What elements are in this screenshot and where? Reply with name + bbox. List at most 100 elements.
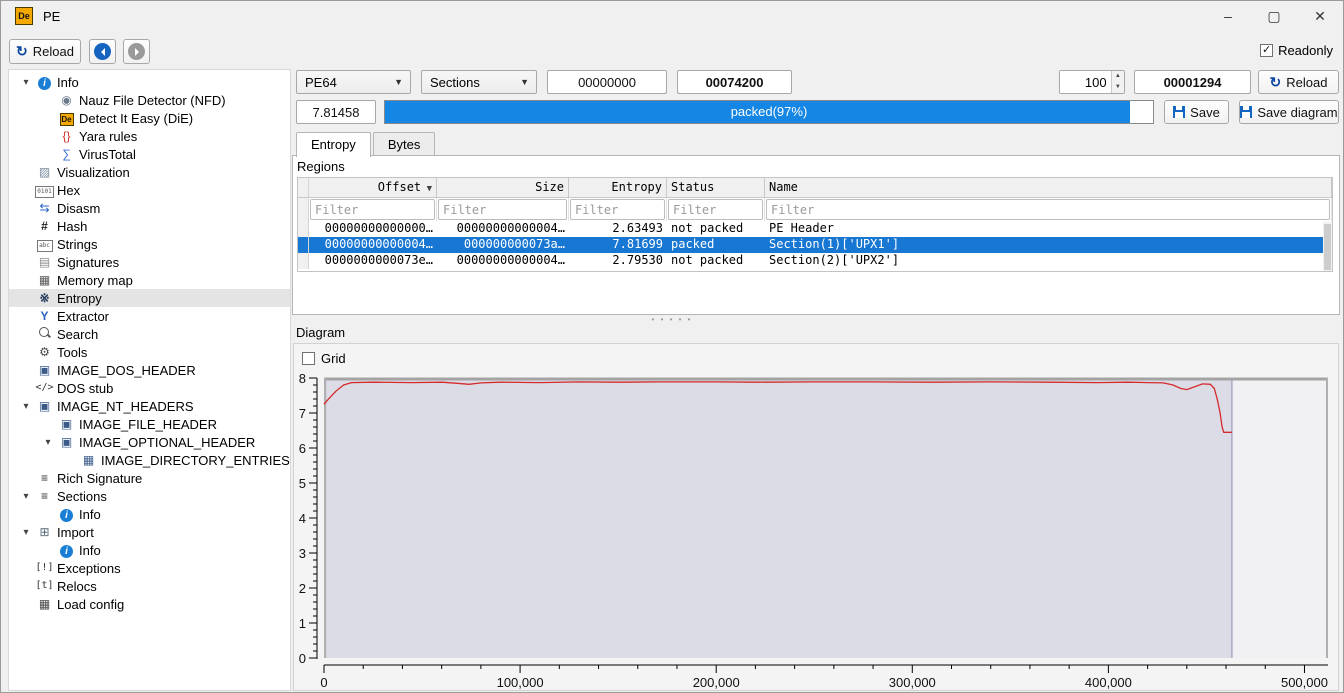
table-row[interactable]: 00000000000004…000000000073a…7.81699pack… bbox=[298, 237, 1332, 253]
collapse-arrow-icon[interactable]: ▾ bbox=[39, 437, 57, 448]
column-header-status[interactable]: Status bbox=[667, 178, 765, 198]
reload-button[interactable]: ↻ Reload bbox=[1258, 70, 1339, 94]
sidebar-item-virustotal[interactable]: ∑VirusTotal bbox=[9, 145, 290, 163]
splitter-handle[interactable]: • • • • • bbox=[1, 317, 1343, 325]
table-icon: ▦ bbox=[79, 453, 98, 467]
sidebar-item-image-dos-header[interactable]: ▣IMAGE_DOS_HEADER bbox=[9, 361, 290, 379]
sidebar-item-relocs[interactable]: [t]Relocs bbox=[9, 577, 290, 595]
sidebar-item-info[interactable]: iInfo bbox=[9, 505, 290, 523]
sidebar-item-import[interactable]: ▾⊞Import bbox=[9, 523, 290, 541]
filter-input-entropy[interactable] bbox=[570, 199, 665, 220]
column-header-size[interactable]: Size bbox=[437, 178, 569, 198]
title-bar: De PE – ▢ ✕ bbox=[1, 1, 1343, 31]
grid-checkbox[interactable] bbox=[302, 352, 315, 365]
spin-up-icon[interactable]: ▲ bbox=[1112, 71, 1124, 82]
filter-row bbox=[298, 198, 1332, 221]
x-tick-label: 0 bbox=[320, 675, 327, 690]
struct-icon: ▣ bbox=[57, 435, 76, 449]
cell-status: not packed bbox=[667, 221, 765, 237]
tab-bytes[interactable]: Bytes bbox=[373, 132, 436, 156]
minimize-button[interactable]: – bbox=[1205, 1, 1251, 31]
scrollbar-thumb[interactable] bbox=[1324, 224, 1331, 270]
struct-icon: ▣ bbox=[57, 417, 76, 431]
filter-input-name[interactable] bbox=[766, 199, 1330, 220]
save-icon bbox=[1173, 106, 1185, 118]
sidebar-item-info[interactable]: iInfo bbox=[9, 541, 290, 559]
sidebar-item-hex[interactable]: 0101Hex bbox=[9, 181, 290, 199]
sidebar-item-search[interactable]: Search bbox=[9, 325, 290, 343]
x-tick-label: 200,000 bbox=[693, 675, 740, 690]
sidebar-item-entropy[interactable]: ※Entropy bbox=[9, 289, 290, 307]
collapse-arrow-icon[interactable]: ▾ bbox=[17, 491, 35, 502]
filter-input-status[interactable] bbox=[668, 199, 763, 220]
y-tick-label: 2 bbox=[299, 581, 306, 596]
tab-entropy[interactable]: Entropy bbox=[296, 132, 371, 157]
sidebar-item-rich-signature[interactable]: ≡Rich Signature bbox=[9, 469, 290, 487]
y-tick-label: 3 bbox=[299, 546, 306, 561]
sidebar-item-image-nt-headers[interactable]: ▾▣IMAGE_NT_HEADERS bbox=[9, 397, 290, 415]
column-header-name[interactable]: Name bbox=[765, 178, 1332, 198]
readonly-checkbox[interactable]: ✓ bbox=[1260, 44, 1273, 57]
close-button[interactable]: ✕ bbox=[1297, 1, 1343, 31]
sidebar-item-yara-rules[interactable]: {}Yara rules bbox=[9, 127, 290, 145]
sidebar-item-image-optional-header[interactable]: ▾▣IMAGE_OPTIONAL_HEADER bbox=[9, 433, 290, 451]
sidebar-item-visualization[interactable]: ▨Visualization bbox=[9, 163, 290, 181]
collapse-arrow-icon[interactable]: ▾ bbox=[17, 527, 35, 538]
offset-field[interactable] bbox=[547, 70, 667, 94]
sidebar-item-exceptions[interactable]: [!]Exceptions bbox=[9, 559, 290, 577]
exceptions-icon: [!] bbox=[35, 561, 54, 575]
struct-icon: ▣ bbox=[35, 363, 54, 377]
file-type-select[interactable]: PE64 ▼ bbox=[296, 70, 411, 94]
sidebar-item-label: Exceptions bbox=[54, 561, 121, 576]
readonly-option[interactable]: ✓ Readonly bbox=[1260, 43, 1333, 58]
forward-button[interactable] bbox=[123, 39, 150, 64]
sidebar-item-tools[interactable]: ⚙Tools bbox=[9, 343, 290, 361]
sidebar-item-dos-stub[interactable]: </>DOS stub bbox=[9, 379, 290, 397]
save-diagram-button[interactable]: Save diagram bbox=[1239, 100, 1339, 124]
size-field[interactable] bbox=[677, 70, 792, 94]
total-entropy-field[interactable] bbox=[296, 100, 376, 124]
table-row[interactable]: 00000000000000…00000000000004…2.63493not… bbox=[298, 221, 1332, 237]
back-button[interactable] bbox=[89, 39, 116, 64]
sidebar-item-strings[interactable]: abcStrings bbox=[9, 235, 290, 253]
visualization-icon: ▨ bbox=[35, 165, 54, 179]
status-field[interactable] bbox=[1134, 70, 1251, 94]
spin-down-icon[interactable]: ▼ bbox=[1112, 82, 1124, 93]
collapse-arrow-icon[interactable]: ▾ bbox=[17, 401, 35, 412]
column-header-entropy[interactable]: Entropy bbox=[569, 178, 667, 198]
sidebar-item-label: DOS stub bbox=[54, 381, 113, 396]
filter-input-offset[interactable] bbox=[310, 199, 435, 220]
filter-cell bbox=[569, 198, 667, 221]
save-button[interactable]: Save bbox=[1164, 100, 1229, 124]
sidebar-item-hash[interactable]: #Hash bbox=[9, 217, 290, 235]
table-row[interactable]: 0000000000073e…00000000000004…2.79530not… bbox=[298, 253, 1332, 269]
filter-input-size[interactable] bbox=[438, 199, 567, 220]
sidebar-item-image-file-header[interactable]: ▣IMAGE_FILE_HEADER bbox=[9, 415, 290, 433]
sidebar-item-label: IMAGE_FILE_HEADER bbox=[76, 417, 217, 432]
grid-option[interactable]: Grid bbox=[302, 351, 346, 366]
region-select[interactable]: Sections ▼ bbox=[421, 70, 537, 94]
sidebar-item-load-config[interactable]: ▦Load config bbox=[9, 595, 290, 613]
count-input[interactable] bbox=[1060, 71, 1111, 93]
sidebar-item-disasm[interactable]: ⇆Disasm bbox=[9, 199, 290, 217]
sidebar-item-detect-it-easy-die[interactable]: DeDetect It Easy (DiE) bbox=[9, 109, 290, 127]
sidebar-item-sections[interactable]: ▾≡Sections bbox=[9, 487, 290, 505]
maximize-button[interactable]: ▢ bbox=[1251, 1, 1297, 31]
tools-icon: ⚙ bbox=[35, 345, 54, 359]
sidebar-item-memory-map[interactable]: ▦Memory map bbox=[9, 271, 290, 289]
toolbar-reload-button[interactable]: ↻ Reload bbox=[9, 39, 81, 64]
cell-status: not packed bbox=[667, 253, 765, 269]
sidebar-item-image-directory-entries[interactable]: ▦IMAGE_DIRECTORY_ENTRIES bbox=[9, 451, 290, 469]
table-header-row: Offset ▼SizeEntropyStatusName bbox=[298, 178, 1332, 198]
sidebar-item-info[interactable]: ▾iInfo bbox=[9, 73, 290, 91]
search-icon bbox=[35, 326, 54, 342]
count-spinbox[interactable]: ▲▼ bbox=[1059, 70, 1125, 94]
column-header-offset[interactable]: Offset ▼ bbox=[309, 178, 437, 198]
sidebar-item-signatures[interactable]: ▤Signatures bbox=[9, 253, 290, 271]
table-scrollbar[interactable] bbox=[1323, 222, 1332, 271]
collapse-arrow-icon[interactable]: ▾ bbox=[17, 77, 35, 88]
sidebar-item-nauz-file-detector-nfd[interactable]: ◉Nauz File Detector (NFD) bbox=[9, 91, 290, 109]
diagram-group: Grid 0123456780100,000200,000300,000400,… bbox=[293, 343, 1339, 691]
sidebar-item-label: Sections bbox=[54, 489, 107, 504]
spinner-arrows[interactable]: ▲▼ bbox=[1111, 71, 1124, 93]
